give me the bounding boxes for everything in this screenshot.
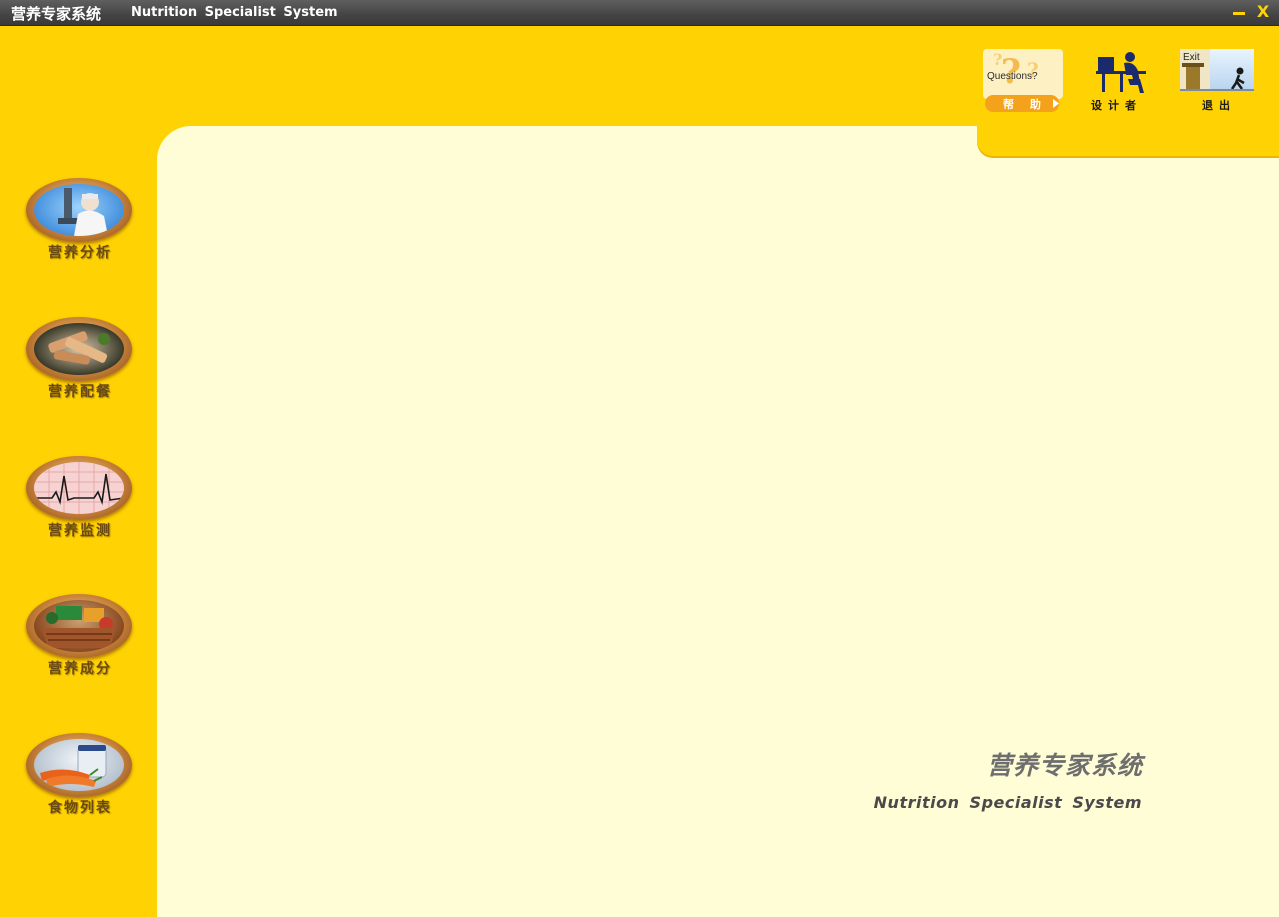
carrots-jar-icon [34, 739, 124, 791]
branding-title-cn: 营养专家系统 [986, 751, 1143, 780]
scientist-microscope-icon [34, 184, 124, 236]
branding-title-en: Nutrition Specialist System [873, 793, 1142, 812]
exit-button[interactable]: Exit 退出 [1180, 49, 1254, 113]
help-image-text: Questions? [987, 71, 1038, 82]
window-title-en: Nutrition Specialist System [131, 5, 338, 20]
sidebar-item-label: 营养配餐 [48, 384, 112, 400]
designer-button[interactable]: 设计者 [1088, 49, 1152, 113]
sidebar-item-label: 营养成分 [48, 661, 112, 677]
sidebar-item-label: 营养分析 [48, 245, 112, 261]
help-question-icon: ? ? ? Questions? 帮 助 [983, 49, 1063, 112]
close-icon[interactable]: X [1254, 2, 1272, 22]
minimize-icon[interactable] [1232, 4, 1246, 20]
sidebar-item-nutrient-content[interactable]: 营养成分 [24, 594, 136, 684]
window-title-cn: 营养专家系统 [11, 5, 102, 23]
exit-image-text: Exit [1183, 52, 1200, 63]
meal-plate-icon [34, 323, 124, 375]
app-window: 营养专家系统 Nutrition Specialist System X ? ?… [0, 0, 1279, 917]
sidebar-item-food-list[interactable]: 食物列表 [24, 733, 136, 823]
svg-text:?: ? [993, 50, 1002, 69]
designer-computer-icon [1096, 52, 1146, 93]
sidebar-item-nutrition-monitoring[interactable]: 营养监测 [24, 456, 136, 546]
toolbar-tab [977, 126, 1279, 156]
sidebar-item-label: 食物列表 [48, 800, 112, 816]
help-button[interactable]: ? ? ? Questions? 帮 助 [983, 49, 1063, 113]
sidebar-item-nutrition-analysis[interactable]: 营养分析 [24, 178, 136, 268]
help-label: 帮 助 [1003, 97, 1047, 111]
designer-label: 设计者 [1091, 99, 1142, 112]
food-basket-icon [34, 600, 124, 652]
sidebar-item-label: 营养监测 [48, 523, 112, 539]
exit-label: 退出 [1202, 99, 1236, 112]
exit-door-icon: Exit [1180, 49, 1254, 91]
title-bar[interactable]: 营养专家系统 Nutrition Specialist System X [0, 0, 1279, 26]
sidebar-item-meal-planning[interactable]: 营养配餐 [24, 317, 136, 407]
heartbeat-monitor-icon [34, 462, 124, 514]
